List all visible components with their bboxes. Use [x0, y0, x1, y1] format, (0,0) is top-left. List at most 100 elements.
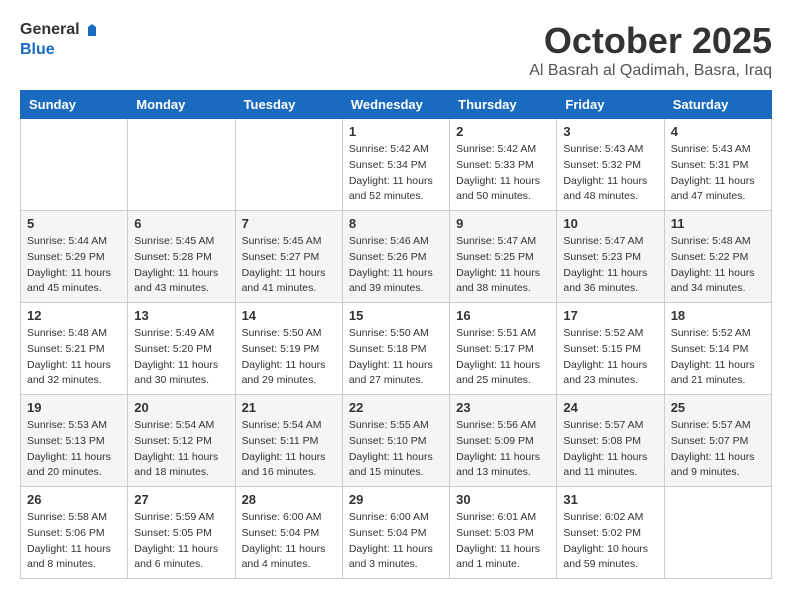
day-number: 14	[242, 308, 336, 323]
calendar-day-cell: 8 Sunrise: 5:46 AMSunset: 5:26 PMDaylight…	[342, 211, 449, 303]
calendar-day-cell: 12 Sunrise: 5:48 AMSunset: 5:21 PMDayligh…	[21, 303, 128, 395]
day-info: Sunrise: 5:43 AMSunset: 5:31 PMDaylight:…	[671, 142, 765, 205]
day-info: Sunrise: 5:44 AMSunset: 5:29 PMDaylight:…	[27, 234, 121, 297]
calendar-day-cell: 30Sunrise: 6:01 AMSunset: 5:03 PMDayligh…	[450, 487, 557, 579]
day-info: Sunrise: 5:42 AMSunset: 5:34 PMDaylight:…	[349, 142, 443, 205]
day-number: 28	[242, 492, 336, 507]
calendar-day-cell: 15 Sunrise: 5:50 AMSunset: 5:18 PMDayligh…	[342, 303, 449, 395]
day-info: Sunrise: 5:49 AMSunset: 5:20 PMDaylight:…	[134, 326, 228, 389]
day-info: Sunrise: 5:45 AMSunset: 5:28 PMDaylight:…	[134, 234, 228, 297]
day-number: 23	[456, 400, 550, 415]
day-info: Sunrise: 5:55 AMSunset: 5:10 PMDaylight:…	[349, 418, 443, 481]
calendar-day-cell	[664, 487, 771, 579]
day-info: Sunrise: 5:53 AMSunset: 5:13 PMDaylight:…	[27, 418, 121, 481]
calendar-day-cell: 19 Sunrise: 5:53 AMSunset: 5:13 PMDayligh…	[21, 395, 128, 487]
day-number: 12	[27, 308, 121, 323]
calendar-day-cell: 9 Sunrise: 5:47 AMSunset: 5:25 PMDaylight…	[450, 211, 557, 303]
title-section: October 2025 Al Basrah al Qadimah, Basra…	[529, 20, 772, 80]
day-info: Sunrise: 6:01 AMSunset: 5:03 PMDaylight:…	[456, 510, 550, 573]
logo-general-text: General	[20, 20, 80, 39]
page-header: General Blue October 2025 Al Basrah al Q…	[20, 20, 772, 80]
day-info: Sunrise: 5:58 AMSunset: 5:06 PMDaylight:…	[27, 510, 121, 573]
calendar-day-cell: 20 Sunrise: 5:54 AMSunset: 5:12 PMDayligh…	[128, 395, 235, 487]
calendar-day-cell: 5 Sunrise: 5:44 AMSunset: 5:29 PMDaylight…	[21, 211, 128, 303]
day-info: Sunrise: 5:48 AMSunset: 5:21 PMDaylight:…	[27, 326, 121, 389]
day-number: 10	[563, 216, 657, 231]
calendar-week-row: 1 Sunrise: 5:42 AMSunset: 5:34 PMDaylight…	[21, 119, 772, 211]
day-info: Sunrise: 5:45 AMSunset: 5:27 PMDaylight:…	[242, 234, 336, 297]
weekday-header-cell: Tuesday	[235, 91, 342, 119]
calendar-day-cell	[235, 119, 342, 211]
calendar-day-cell: 14 Sunrise: 5:50 AMSunset: 5:19 PMDayligh…	[235, 303, 342, 395]
day-number: 26	[27, 492, 121, 507]
day-number: 27	[134, 492, 228, 507]
weekday-header-row: SundayMondayTuesdayWednesdayThursdayFrid…	[21, 91, 772, 119]
day-number: 7	[242, 216, 336, 231]
day-number: 22	[349, 400, 443, 415]
weekday-header-cell: Thursday	[450, 91, 557, 119]
day-number: 20	[134, 400, 228, 415]
day-number: 9	[456, 216, 550, 231]
calendar-day-cell: 17Sunrise: 5:52 AMSunset: 5:15 PMDayligh…	[557, 303, 664, 395]
day-info: Sunrise: 5:47 AMSunset: 5:23 PMDaylight:…	[563, 234, 657, 297]
day-number: 19	[27, 400, 121, 415]
calendar-day-cell: 16 Sunrise: 5:51 AMSunset: 5:17 PMDayligh…	[450, 303, 557, 395]
day-number: 15	[349, 308, 443, 323]
calendar-day-cell: 6 Sunrise: 5:45 AMSunset: 5:28 PMDaylight…	[128, 211, 235, 303]
day-number: 1	[349, 124, 443, 139]
day-info: Sunrise: 5:52 AMSunset: 5:15 PMDaylight:…	[563, 326, 657, 389]
calendar-day-cell: 3 Sunrise: 5:43 AMSunset: 5:32 PMDaylight…	[557, 119, 664, 211]
day-info: Sunrise: 5:51 AMSunset: 5:17 PMDaylight:…	[456, 326, 550, 389]
calendar-week-row: 12 Sunrise: 5:48 AMSunset: 5:21 PMDayligh…	[21, 303, 772, 395]
weekday-header-cell: Monday	[128, 91, 235, 119]
calendar-day-cell: 4Sunrise: 5:43 AMSunset: 5:31 PMDaylight…	[664, 119, 771, 211]
weekday-header-cell: Wednesday	[342, 91, 449, 119]
day-number: 24	[563, 400, 657, 415]
calendar-body: 1 Sunrise: 5:42 AMSunset: 5:34 PMDaylight…	[21, 119, 772, 579]
calendar-day-cell: 18Sunrise: 5:52 AMSunset: 5:14 PMDayligh…	[664, 303, 771, 395]
logo-blue-text: Blue	[20, 40, 102, 59]
day-number: 18	[671, 308, 765, 323]
day-info: Sunrise: 5:46 AMSunset: 5:26 PMDaylight:…	[349, 234, 443, 297]
day-info: Sunrise: 5:47 AMSunset: 5:25 PMDaylight:…	[456, 234, 550, 297]
day-info: Sunrise: 5:54 AMSunset: 5:12 PMDaylight:…	[134, 418, 228, 481]
day-info: Sunrise: 5:42 AMSunset: 5:33 PMDaylight:…	[456, 142, 550, 205]
day-number: 31	[563, 492, 657, 507]
calendar-day-cell: 25Sunrise: 5:57 AMSunset: 5:07 PMDayligh…	[664, 395, 771, 487]
calendar-day-cell: 31 Sunrise: 6:02 AMSunset: 5:02 PMDayligh…	[557, 487, 664, 579]
weekday-header-cell: Saturday	[664, 91, 771, 119]
day-number: 11	[671, 216, 765, 231]
day-number: 6	[134, 216, 228, 231]
calendar-day-cell: 2 Sunrise: 5:42 AMSunset: 5:33 PMDaylight…	[450, 119, 557, 211]
calendar-day-cell: 24 Sunrise: 5:57 AMSunset: 5:08 PMDayligh…	[557, 395, 664, 487]
day-number: 8	[349, 216, 443, 231]
logo-arrow-icon	[82, 20, 102, 40]
calendar-day-cell: 7 Sunrise: 5:45 AMSunset: 5:27 PMDaylight…	[235, 211, 342, 303]
day-info: Sunrise: 6:00 AMSunset: 5:04 PMDaylight:…	[349, 510, 443, 573]
calendar-week-row: 26 Sunrise: 5:58 AMSunset: 5:06 PMDayligh…	[21, 487, 772, 579]
calendar-day-cell: 22 Sunrise: 5:55 AMSunset: 5:10 PMDayligh…	[342, 395, 449, 487]
month-title: October 2025	[529, 20, 772, 62]
calendar-day-cell: 1 Sunrise: 5:42 AMSunset: 5:34 PMDaylight…	[342, 119, 449, 211]
day-info: Sunrise: 5:50 AMSunset: 5:19 PMDaylight:…	[242, 326, 336, 389]
location-title: Al Basrah al Qadimah, Basra, Iraq	[529, 62, 772, 80]
day-number: 2	[456, 124, 550, 139]
day-info: Sunrise: 5:57 AMSunset: 5:08 PMDaylight:…	[563, 418, 657, 481]
day-info: Sunrise: 5:56 AMSunset: 5:09 PMDaylight:…	[456, 418, 550, 481]
calendar-day-cell: 21 Sunrise: 5:54 AMSunset: 5:11 PMDayligh…	[235, 395, 342, 487]
day-number: 3	[563, 124, 657, 139]
day-number: 16	[456, 308, 550, 323]
day-number: 25	[671, 400, 765, 415]
day-info: Sunrise: 5:54 AMSunset: 5:11 PMDaylight:…	[242, 418, 336, 481]
day-info: Sunrise: 5:43 AMSunset: 5:32 PMDaylight:…	[563, 142, 657, 205]
calendar-day-cell: 28Sunrise: 6:00 AMSunset: 5:04 PMDayligh…	[235, 487, 342, 579]
calendar-day-cell	[21, 119, 128, 211]
calendar-day-cell: 11Sunrise: 5:48 AMSunset: 5:22 PMDayligh…	[664, 211, 771, 303]
calendar-day-cell: 29Sunrise: 6:00 AMSunset: 5:04 PMDayligh…	[342, 487, 449, 579]
calendar-day-cell: 27Sunrise: 5:59 AMSunset: 5:05 PMDayligh…	[128, 487, 235, 579]
weekday-header-cell: Friday	[557, 91, 664, 119]
day-number: 21	[242, 400, 336, 415]
day-info: Sunrise: 6:02 AMSunset: 5:02 PMDaylight:…	[563, 510, 657, 573]
day-info: Sunrise: 5:50 AMSunset: 5:18 PMDaylight:…	[349, 326, 443, 389]
day-number: 5	[27, 216, 121, 231]
